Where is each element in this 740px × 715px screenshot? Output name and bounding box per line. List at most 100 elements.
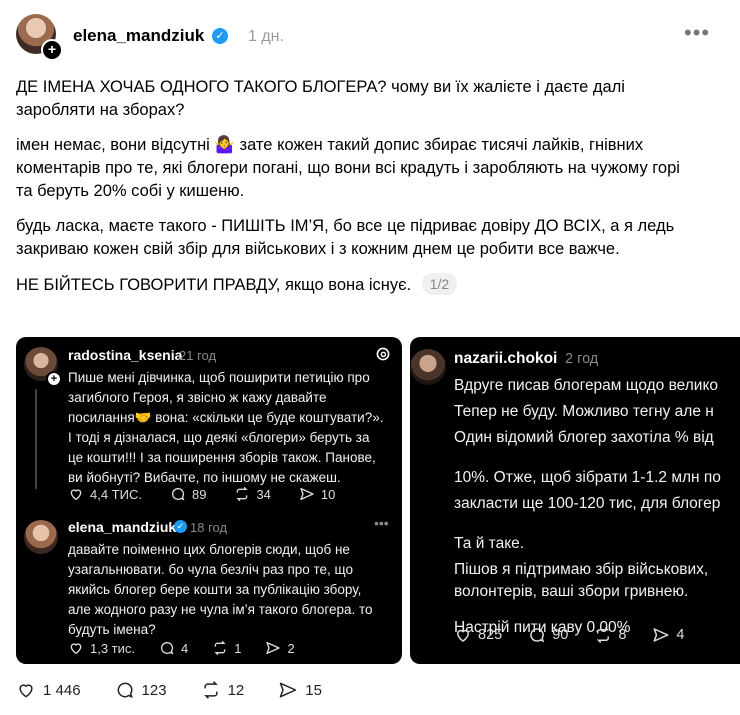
like-stat: 825 <box>454 626 502 644</box>
verified-badge-icon: ✓ <box>174 520 187 533</box>
post-time: 2 год <box>565 351 599 367</box>
text-line: І тоді я дізналася, що деякі «блогери» б… <box>68 430 370 445</box>
share-icon <box>266 642 281 654</box>
post-text: давайте поіменно цих блогерів сюди, щоб … <box>68 540 373 640</box>
text-line: давайте поіменно цих блогерів сюди, щоб … <box>68 542 350 557</box>
comment-count: 90 <box>552 627 569 643</box>
share-count: 2 <box>287 640 295 656</box>
post-paragraph: будь ласка, маєте такого - ПИШІТЬ ІМ’Я, … <box>16 217 675 258</box>
post-time: 21 год <box>179 348 217 363</box>
more-options-icon[interactable]: ••• <box>684 20 710 46</box>
comment-stat: 89 <box>170 486 206 502</box>
post-stats: 4,4 ТИС. 89 34 10 <box>68 486 335 502</box>
text-line: але жодного разу не чула ім’я такого бло… <box>68 602 373 617</box>
repost-icon <box>236 486 249 502</box>
like-count: 4,4 ТИС. <box>90 486 142 502</box>
comment-icon <box>530 628 545 643</box>
comment-count: 89 <box>191 486 207 502</box>
like-count: 1 446 <box>43 681 81 699</box>
like-stat: 4,4 ТИС. <box>68 486 142 502</box>
share-count: 15 <box>305 681 322 699</box>
share-stat: 10 <box>299 486 335 502</box>
thread-line <box>35 389 37 489</box>
post-body: ДЕ ІМЕНА ХОЧАБ ОДНОГО ТАКОГО БЛОГЕРА? чо… <box>16 76 696 309</box>
verified-badge-icon: ✓ <box>212 28 228 44</box>
post-stats: 1,3 тис. 4 1 2 <box>68 640 295 656</box>
text-line: закласти ще 100-120 тис, для блогер <box>454 495 721 512</box>
text-line: 10%. Отже, щоб зібрати 1-1.2 млн по <box>454 469 721 486</box>
repost-count: 1 <box>234 640 242 656</box>
username: radostina_ksenia <box>68 347 183 363</box>
text-line: волонтерів, ваші збори гривнею. <box>454 583 689 600</box>
like-count: 1,3 тис. <box>90 640 136 656</box>
share-stat: 4 <box>652 626 685 644</box>
text-line: посилання🤝 вона: «скільки це буде коштув… <box>68 410 384 425</box>
like-count: 825 <box>478 627 503 643</box>
post-time: 1 дн. <box>248 28 284 45</box>
repost-icon <box>203 681 218 699</box>
text-line: Пише мені дівчинка, щоб поширити петицію… <box>68 370 370 385</box>
avatar <box>24 520 58 554</box>
text-line: Та й таке. <box>454 535 525 552</box>
attached-image-2[interactable]: nazarii.chokoi 2 год Вдруге писав блогер… <box>410 337 740 664</box>
text-line: Один відомий блогер захотіла % від <box>454 429 714 446</box>
comment-count: 123 <box>141 681 167 699</box>
repost-count: 12 <box>227 681 245 699</box>
comment-icon <box>161 641 174 655</box>
comment-stat: 90 <box>528 626 568 644</box>
post-text: Вдруге писав блогерам щодо велико Тепер … <box>454 375 721 639</box>
comment-count: 4 <box>181 640 189 656</box>
text-line: загиблого Героя, я звісно ж кажу давайте <box>68 390 327 405</box>
post-paragraph: імен немає, вони відсутні 🤷‍♀️ зате коже… <box>16 136 680 200</box>
post-header: + elena_mandziuk ✓ 1 дн. ••• <box>16 14 724 61</box>
text-line: Вдруге писав блогерам щодо велико <box>454 377 719 394</box>
post-time: 18 год <box>190 520 228 535</box>
post-text: Пише мені дівчинка, щоб поширити петицію… <box>68 368 383 488</box>
share-button[interactable]: 15 <box>278 680 322 700</box>
more-options-icon: ••• <box>374 515 389 531</box>
repost-stat: 34 <box>234 486 271 502</box>
username[interactable]: elena_mandziuk <box>73 26 204 46</box>
repost-count: 34 <box>256 486 271 502</box>
username: elena_mandziuk <box>68 519 177 535</box>
threads-logo-icon <box>376 347 390 361</box>
post-paragraph: ДЕ ІМЕНА ХОЧАБ ОДНОГО ТАКОГО БЛОГЕРА? чо… <box>16 78 625 119</box>
heart-icon <box>70 643 82 655</box>
repost-button[interactable]: 12 <box>201 680 245 700</box>
follow-plus-icon: + <box>46 371 62 387</box>
attached-image-1[interactable]: + radostina_ksenia 21 год Пише мені дівч… <box>16 337 402 664</box>
share-icon <box>280 682 297 698</box>
text-line: узагальнювати. бо чула безліч раз про те… <box>68 562 354 577</box>
page-indicator: 1/2 <box>421 273 458 295</box>
text-line: будуть імена? <box>68 622 156 637</box>
repost-icon <box>214 640 226 656</box>
comment-button[interactable]: 123 <box>115 680 167 700</box>
post-stats: 825 90 8 4 <box>454 626 685 644</box>
repost-stat: 8 <box>594 626 626 644</box>
text-line: Тепер не буду. Можливо тегну але н <box>454 403 714 420</box>
avatar <box>410 349 446 385</box>
post-last-text: НЕ БІЙТЕСЬ ГОВОРИТИ ПРАВДУ, якщо вона іс… <box>16 276 412 294</box>
heart-icon <box>19 684 33 698</box>
like-stat: 1,3 тис. <box>68 640 135 656</box>
repost-count: 8 <box>618 627 627 643</box>
username: nazarii.chokoi <box>454 350 558 367</box>
comment-icon <box>171 487 185 501</box>
text-line: Пішов я підтримаю збір військових, <box>454 561 709 578</box>
repost-stat: 1 <box>212 640 241 656</box>
share-count: 4 <box>676 627 685 643</box>
share-count: 10 <box>320 486 336 502</box>
text-line: це кошти!!! І за поширення зборів також.… <box>68 450 376 465</box>
share-icon <box>300 488 314 500</box>
share-stat: 2 <box>265 640 295 656</box>
like-button[interactable]: 1 446 <box>16 680 81 700</box>
heart-icon <box>70 489 82 501</box>
share-icon <box>653 628 669 642</box>
heart-icon <box>456 629 470 642</box>
post-last-line: НЕ БІЙТЕСЬ ГОВОРИТИ ПРАВДУ, якщо вона іс… <box>16 273 696 297</box>
comment-stat: 4 <box>159 640 188 656</box>
follow-plus-icon[interactable]: + <box>41 39 63 61</box>
text-line: якийсь блогер бере кошти за публікацію з… <box>68 582 362 597</box>
text-line: ви йобнуті? Вибачте, по іншому не скажеш… <box>68 470 341 485</box>
repost-icon <box>597 626 610 644</box>
